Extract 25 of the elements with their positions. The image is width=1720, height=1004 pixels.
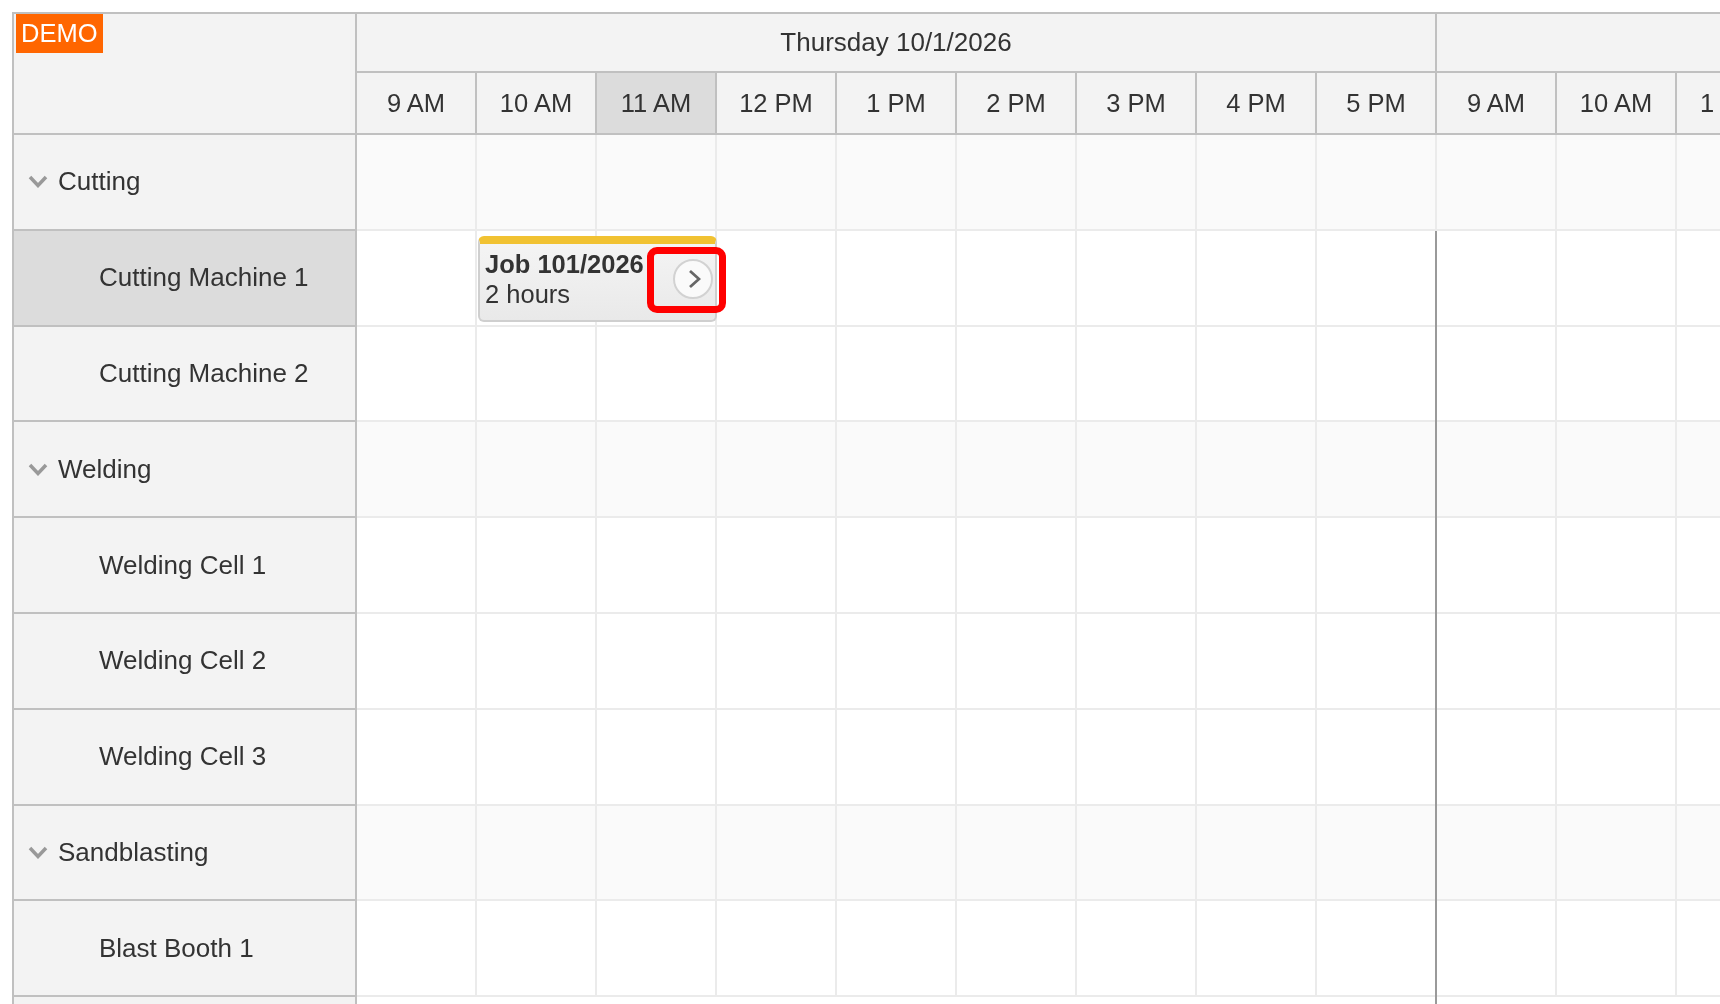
arrow-button[interactable] [673,258,713,299]
hour-header: 4 PM [1197,73,1317,135]
hour-header: 11 AM [597,73,717,135]
hour-header: 10 AM [1557,73,1677,135]
group-name: Sandblasting [58,836,209,868]
group-name: Cutting [58,166,141,198]
hour-header: 1 PM [837,73,957,135]
chevron-down-icon[interactable] [28,845,48,859]
hour-header: 1 [1677,73,1720,135]
resource-header[interactable]: Cutting Machine 1 [14,230,357,327]
event-duration: 2 hours [485,278,572,310]
hour-header: 5 PM [1317,73,1437,135]
group-name: Welding [58,453,152,485]
hour-header: 9 AM [1437,73,1557,135]
chevron-right-icon [688,268,701,289]
event-title: Job 101/2026 [485,248,645,279]
hour-header: 9 AM [357,73,477,135]
hour-header: 12 PM [717,73,837,135]
chevron-down-icon[interactable] [28,462,48,476]
hour-header: 3 PM [1077,73,1197,135]
chevron-down-icon[interactable] [28,175,48,189]
demo-badge: DEMO [16,14,103,53]
hour-header: 2 PM [957,73,1077,135]
day-header: Thursday 10/1/2026 [357,14,1437,73]
hour-header: 10 AM [477,73,597,135]
